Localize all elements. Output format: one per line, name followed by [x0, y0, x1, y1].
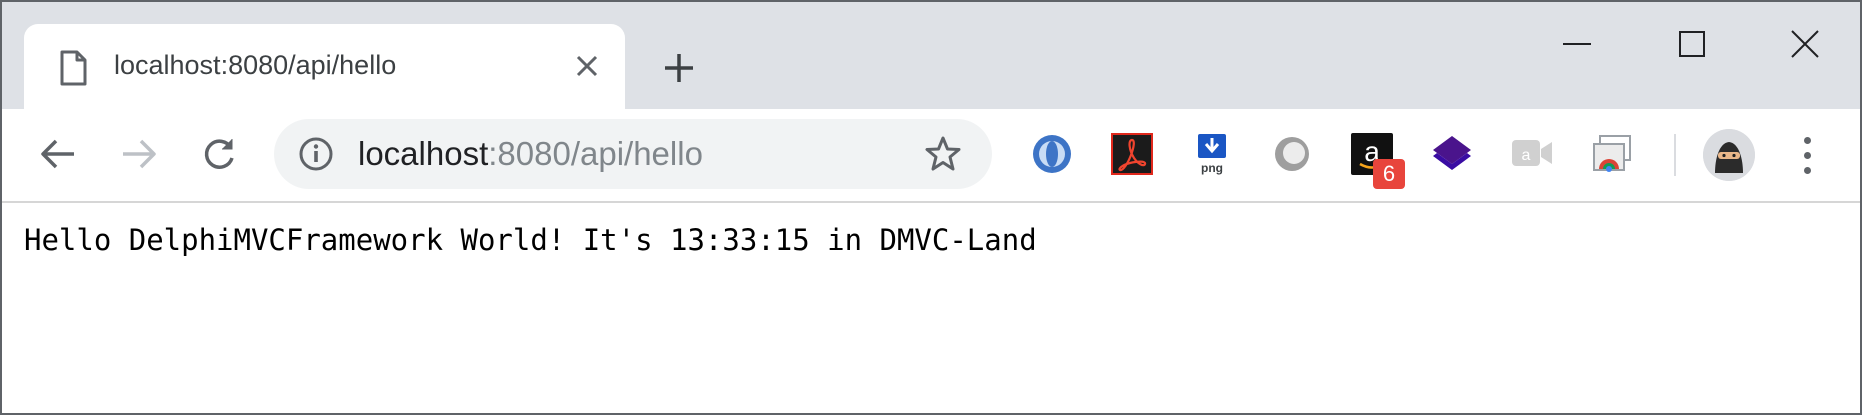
svg-text:png: png	[1201, 161, 1223, 175]
acrobat-icon[interactable]	[1110, 132, 1154, 176]
address-bar[interactable]: localhost:8080/api/hello	[274, 119, 992, 189]
tab-active[interactable]: localhost:8080/api/hello	[24, 24, 625, 111]
forward-arrow-icon[interactable]	[116, 131, 162, 177]
ring-icon[interactable]	[1270, 132, 1314, 176]
browser-toolbar: localhost:8080/api/hello png a 6 a	[2, 109, 1860, 203]
ninja-avatar-icon[interactable]	[1703, 129, 1755, 181]
cast-window-icon[interactable]	[1590, 132, 1634, 176]
svg-text:a: a	[1522, 147, 1531, 164]
window-close-icon[interactable]	[1765, 16, 1845, 72]
info-icon[interactable]	[298, 136, 334, 172]
minimize-icon[interactable]	[1537, 16, 1617, 72]
browser-window: localhost:8080/api/hello localhost:8080/…	[0, 0, 1862, 415]
maximize-icon[interactable]	[1652, 16, 1732, 72]
response-text: Hello DelphiMVCFramework World! It's 13:…	[24, 223, 1037, 257]
png-download-icon[interactable]: png	[1190, 132, 1234, 176]
url-text[interactable]: localhost:8080/api/hello	[358, 135, 703, 173]
tab-close-icon[interactable]	[572, 51, 602, 81]
video-call-icon[interactable]: a	[1510, 132, 1554, 176]
toolbar-separator	[1674, 134, 1676, 176]
new-tab-plus-icon[interactable]	[657, 46, 701, 90]
url-path: :8080/api/hello	[488, 135, 703, 172]
layers-icon[interactable]	[1430, 132, 1474, 176]
reload-icon[interactable]	[196, 131, 242, 177]
star-icon[interactable]	[924, 135, 962, 173]
back-arrow-icon[interactable]	[35, 131, 81, 177]
page-icon	[56, 49, 90, 87]
more-vertical-icon[interactable]	[1792, 131, 1822, 179]
extension-badge: 6	[1373, 159, 1405, 189]
tab-strip: localhost:8080/api/hello	[2, 2, 1860, 111]
json-viewer-icon[interactable]	[1030, 132, 1074, 176]
page-content: Hello DelphiMVCFramework World! It's 13:…	[2, 203, 1860, 413]
tab-title: localhost:8080/api/hello	[114, 50, 397, 80]
url-host: localhost	[358, 135, 489, 172]
